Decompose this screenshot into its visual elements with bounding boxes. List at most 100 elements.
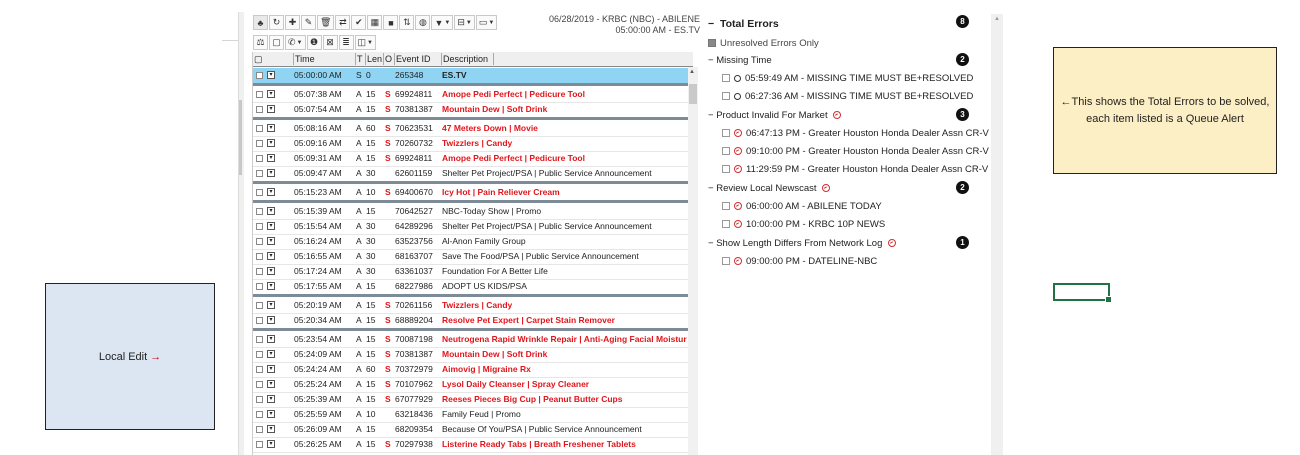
expand-icon[interactable]: ▾ (267, 188, 275, 196)
expand-icon[interactable]: ▾ (267, 440, 275, 448)
errors-scroll-up-icon[interactable]: ▲ (994, 16, 1000, 22)
queue-alert-item[interactable]: 11:29:59 PM - Greater Houston Honda Deal… (722, 164, 988, 175)
row-checkbox[interactable] (256, 317, 263, 324)
row-checkbox[interactable] (256, 140, 263, 147)
expand-icon[interactable]: ▾ (267, 380, 275, 388)
expand-icon[interactable]: ▾ (267, 425, 275, 433)
plus-icon[interactable]: ✚ (285, 15, 300, 30)
alert-checkbox[interactable] (722, 220, 730, 228)
table-row[interactable]: ▾ 05:07:54 AM A 15 S 70381387 Mountain Dew | S… (253, 102, 693, 118)
alert-checkbox[interactable] (722, 74, 730, 82)
table-row[interactable]: ▾ 05:17:24 AM A 30 63361037 Foundation For A … (253, 264, 693, 280)
splitter-handle[interactable] (239, 100, 242, 175)
columns-icon[interactable]: ◫ ▼ (354, 35, 376, 50)
wrench-icon[interactable]: ✆ ▼ (285, 35, 306, 50)
collapse-icon[interactable]: − (708, 238, 714, 249)
calendar-icon[interactable]: ▦ (367, 15, 383, 30)
sort-icon[interactable]: ⇅ (399, 15, 415, 30)
expand-icon[interactable]: ▾ (267, 90, 275, 98)
header-select-all[interactable]: ▢ (253, 53, 263, 65)
edit-icon[interactable]: ✎ (301, 15, 316, 30)
globe-icon[interactable]: ◍ (415, 15, 431, 30)
row-checkbox[interactable] (256, 411, 263, 418)
swap-icon[interactable]: ⇄ (335, 15, 351, 30)
database-icon[interactable]: ≣ (338, 35, 354, 50)
header-event-id[interactable]: Event ID (394, 53, 442, 65)
splitter-track[interactable] (238, 12, 244, 455)
row-checkbox[interactable] (256, 72, 263, 79)
row-checkbox[interactable] (256, 381, 263, 388)
trash-icon[interactable]: 🗑 (317, 15, 335, 30)
row-checkbox[interactable] (256, 223, 263, 230)
monitor-icon[interactable]: ▭ ▼ (475, 15, 498, 30)
header-time[interactable]: Time (293, 53, 357, 65)
table-row[interactable]: ▾ 05:25:39 AM A 15 S 67077929 Reeses Pieces Bi… (253, 392, 693, 408)
table-row[interactable]: ▾ 05:09:47 AM A 30 62601159 Shelter Pet Proje… (253, 166, 693, 182)
error-group-header[interactable]: − Missing Time (708, 55, 772, 66)
expand-icon[interactable]: ▾ (267, 169, 275, 177)
grid-scroll-thumb[interactable] (689, 84, 697, 104)
expand-icon[interactable]: ▾ (267, 316, 275, 324)
row-checkbox[interactable] (256, 125, 263, 132)
row-checkbox[interactable] (256, 189, 263, 196)
collapse-icon[interactable]: − (708, 183, 714, 194)
alert-checkbox[interactable] (722, 202, 730, 210)
row-checkbox[interactable] (256, 426, 263, 433)
queue-alert-item[interactable]: 10:00:00 PM - KRBC 10P NEWS (722, 219, 885, 230)
info-icon[interactable]: ❶ (306, 35, 322, 50)
queue-alert-item[interactable]: 06:00:00 AM - ABILENE TODAY (722, 201, 882, 212)
expand-icon[interactable]: ▾ (267, 252, 275, 260)
fill-handle[interactable] (1105, 296, 1112, 303)
table-row[interactable]: ▾ 05:17:55 AM A 15 68227986 ADOPT US KIDS/PSA (253, 279, 693, 295)
table-row[interactable]: ▾ 05:20:34 AM A 15 S 68889204 Resolve Pet Expe… (253, 313, 693, 329)
row-checkbox[interactable] (256, 238, 263, 245)
expand-icon[interactable]: ▾ (267, 410, 275, 418)
errors-scrollbar[interactable] (991, 14, 1003, 455)
expand-icon[interactable]: ▾ (267, 237, 275, 245)
table-row[interactable]: ▾ 05:26:09 AM A 15 68209354 Because Of You/PS… (253, 422, 693, 438)
row-checkbox[interactable] (256, 283, 263, 290)
row-checkbox[interactable] (256, 351, 263, 358)
row-checkbox[interactable] (256, 155, 263, 162)
table-row[interactable]: ▾ 05:00:00 AM S 0 265348 ES.TV (253, 68, 693, 84)
expand-icon[interactable]: ▾ (267, 395, 275, 403)
collapse-icon[interactable]: − (708, 18, 714, 30)
video-icon[interactable]: ■ (383, 15, 399, 30)
expand-icon[interactable]: ▾ (267, 335, 275, 343)
tree-icon[interactable]: ♣ (253, 15, 268, 30)
expand-icon[interactable]: ▾ (267, 124, 275, 132)
grid-scrollbar[interactable] (688, 67, 698, 455)
expand-icon[interactable]: ▾ (267, 222, 275, 230)
table-row[interactable]: ▾ 05:09:16 AM A 15 S 70260732 Twizzlers | Cand… (253, 136, 693, 152)
table-row[interactable]: ▾ 05:15:54 AM A 30 64289296 Shelter Pet Proje… (253, 219, 693, 235)
filter-icon[interactable]: ▼ ▼ (431, 15, 454, 30)
scale-icon[interactable]: ⚖ (253, 35, 268, 50)
error-group-header[interactable]: − Product Invalid For Market (708, 110, 845, 121)
unresolved-checkbox[interactable] (708, 39, 716, 47)
table-row[interactable]: ▾ 05:15:39 AM A 15 70642527 NBC-Today Show | … (253, 204, 693, 220)
expand-icon[interactable]: ▾ (267, 139, 275, 147)
alert-checkbox[interactable] (722, 165, 730, 173)
expand-icon[interactable]: ▾ (267, 71, 275, 79)
collapse-icon[interactable]: − (708, 110, 714, 121)
expand-icon[interactable]: ▾ (267, 105, 275, 113)
queue-alert-item[interactable]: 06:27:36 AM - MISSING TIME MUST BE+RESOL… (722, 91, 973, 102)
row-checkbox[interactable] (256, 396, 263, 403)
table-row[interactable]: ▾ 05:26:25 AM A 15 S 70297938 Listerine Ready … (253, 437, 693, 453)
refresh-icon[interactable]: ↻ (269, 15, 284, 30)
queue-alert-item[interactable]: 05:59:49 AM - MISSING TIME MUST BE+RESOL… (722, 73, 973, 84)
row-checkbox[interactable] (256, 208, 263, 215)
alert-checkbox[interactable] (722, 147, 730, 155)
header-len[interactable]: Len (365, 53, 384, 65)
row-checkbox[interactable] (256, 302, 263, 309)
alert-checkbox[interactable] (722, 129, 730, 137)
alert-checkbox[interactable] (722, 257, 730, 265)
header-description[interactable]: Description (441, 53, 494, 65)
expand-icon[interactable]: ▾ (267, 301, 275, 309)
row-checkbox[interactable] (256, 170, 263, 177)
total-errors-header[interactable]: − Total Errors (708, 18, 779, 30)
note-icon[interactable]: ▢ (269, 35, 284, 50)
table-row[interactable]: ▾ 05:25:24 AM A 15 S 70107962 Lysol Daily Clea… (253, 377, 693, 393)
expand-icon[interactable]: ▾ (267, 365, 275, 373)
table-row[interactable]: ▾ 05:15:23 AM A 10 S 69400670 Icy Hot | Pain R… (253, 185, 693, 201)
